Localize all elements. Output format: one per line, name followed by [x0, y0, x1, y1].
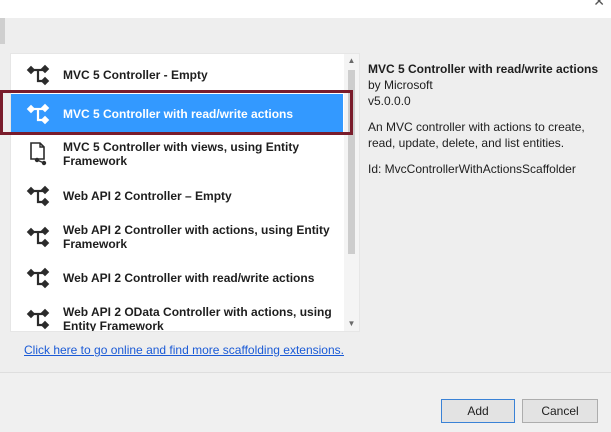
template-item[interactable]: Web API 2 Controller with read/write act… [11, 260, 343, 296]
details-version: v5.0.0.0 [368, 94, 411, 108]
template-list[interactable]: MVC 5 Controller - Empty MVC 5 Controller… [10, 53, 360, 332]
details-title: MVC 5 Controller with read/write actions [368, 62, 599, 76]
template-item-label: MVC 5 Controller with read/write actions [63, 107, 294, 121]
template-list-items: MVC 5 Controller - Empty MVC 5 Controller… [11, 54, 343, 331]
online-extensions-link[interactable]: Click here to go online and find more sc… [24, 343, 344, 357]
controller-icon [25, 101, 51, 127]
template-item-label: MVC 5 Controller with views, using Entit… [63, 140, 300, 168]
template-item[interactable]: Web API 2 OData Controller with actions,… [11, 299, 343, 331]
template-item-label: Web API 2 OData Controller with actions,… [63, 305, 332, 331]
controller-icon [25, 306, 51, 331]
scroll-thumb[interactable] [348, 70, 355, 254]
template-item[interactable]: Web API 2 Controller – Empty [11, 178, 343, 214]
template-item-label: Web API 2 Controller with read/write act… [63, 271, 315, 285]
controller-views-icon [25, 141, 51, 167]
details-id: Id: MvcControllerWithActionsScaffolder [368, 162, 576, 176]
add-button[interactable]: Add [441, 399, 515, 423]
cancel-button[interactable]: Cancel [522, 399, 598, 423]
scroll-down-icon[interactable]: ▼ [344, 317, 359, 331]
controller-icon [25, 265, 51, 291]
title-bar: ✕ [0, 0, 611, 18]
close-icon[interactable]: ✕ [593, 0, 605, 8]
template-item[interactable]: MVC 5 Controller - Empty [11, 57, 343, 93]
list-scrollbar[interactable]: ▲ ▼ [344, 54, 359, 331]
left-accent [0, 18, 5, 44]
controller-icon [25, 183, 51, 209]
details-panel: MVC 5 Controller with read/write actions… [368, 61, 604, 177]
controller-icon [25, 224, 51, 250]
footer [0, 372, 611, 432]
details-description: An MVC controller with actions to create… [368, 120, 585, 150]
template-item-label: MVC 5 Controller - Empty [63, 68, 208, 82]
template-item-label: Web API 2 Controller – Empty [63, 189, 232, 203]
template-item[interactable]: MVC 5 Controller with read/write actions [11, 94, 343, 134]
template-item[interactable]: Web API 2 Controller with actions, using… [11, 216, 343, 258]
template-item[interactable]: MVC 5 Controller with views, using Entit… [11, 137, 343, 171]
controller-icon [25, 62, 51, 88]
template-item-label: Web API 2 Controller with actions, using… [63, 223, 330, 251]
scroll-up-icon[interactable]: ▲ [344, 54, 359, 68]
details-author: by Microsoft [368, 78, 433, 92]
